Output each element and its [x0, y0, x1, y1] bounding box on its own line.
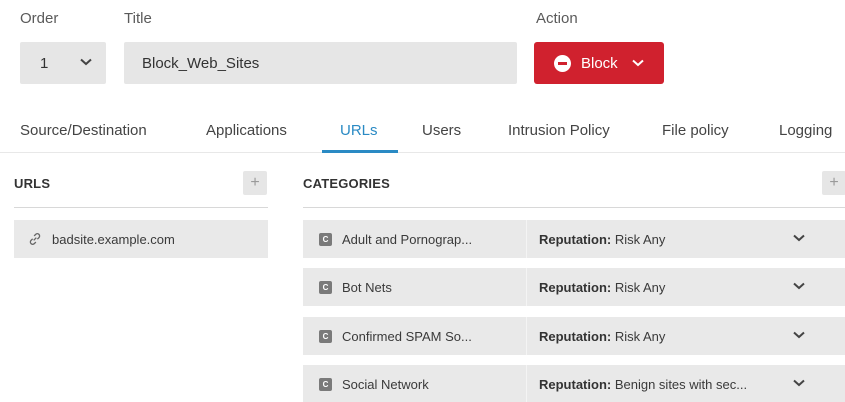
- tab-intrusion-policy[interactable]: Intrusion Policy: [508, 122, 610, 139]
- title-label: Title: [124, 10, 152, 27]
- reputation-label: Reputation:: [539, 231, 612, 247]
- link-icon: [29, 233, 41, 245]
- category-badge-icon: C: [319, 232, 332, 246]
- order-select[interactable]: 1: [20, 42, 106, 84]
- reputation-value: Risk Any: [614, 231, 666, 247]
- chevron-down-icon[interactable]: [793, 379, 805, 387]
- category-name: Bot Nets: [342, 279, 392, 295]
- plus-icon: +: [829, 174, 839, 191]
- category-name: Social Network: [342, 376, 429, 392]
- category-row[interactable]: C Adult and Pornograp... Reputation: Ris…: [303, 220, 845, 258]
- action-block-button[interactable]: Block: [534, 42, 664, 84]
- category-row[interactable]: C Confirmed SPAM So... Reputation: Risk …: [303, 317, 845, 355]
- reputation-label: Reputation:: [539, 376, 612, 392]
- categories-header: CATEGORIES: [303, 176, 390, 191]
- category-name-cell: C Social Network: [303, 365, 527, 402]
- category-name: Adult and Pornograp...: [342, 231, 473, 247]
- reputation-label: Reputation:: [539, 328, 612, 344]
- category-badge-icon: C: [319, 377, 332, 391]
- categories-divider: [303, 207, 845, 208]
- category-name-cell: C Confirmed SPAM So...: [303, 317, 527, 355]
- reputation-value: Risk Any: [614, 328, 666, 344]
- tab-urls[interactable]: URLs: [340, 122, 378, 139]
- chevron-down-icon[interactable]: [793, 234, 805, 242]
- tab-users[interactable]: Users: [422, 122, 461, 139]
- category-row[interactable]: C Social Network Reputation: Benign site…: [303, 365, 845, 402]
- chevron-down-icon: [632, 59, 644, 67]
- category-badge-icon: C: [319, 280, 332, 294]
- reputation-value: Risk Any: [614, 279, 666, 295]
- plus-icon: +: [250, 174, 260, 191]
- title-input[interactable]: Block_Web_Sites: [124, 42, 517, 84]
- chevron-down-icon[interactable]: [793, 331, 805, 339]
- rule-editor: Order Title Action 1 Block_Web_Sites Blo…: [0, 0, 845, 402]
- category-row[interactable]: C Bot Nets Reputation: Risk Any: [303, 268, 845, 306]
- url-text: badsite.example.com: [52, 231, 175, 247]
- title-value: Block_Web_Sites: [142, 54, 260, 72]
- tab-logging[interactable]: Logging: [779, 122, 832, 139]
- action-label: Action: [536, 10, 578, 27]
- tab-applications[interactable]: Applications: [206, 122, 287, 139]
- tab-source-destination[interactable]: Source/Destination: [20, 122, 147, 139]
- tab-divider: [0, 152, 845, 153]
- category-name: Confirmed SPAM So...: [342, 328, 472, 344]
- category-badge-icon: C: [319, 329, 332, 343]
- tab-file-policy[interactable]: File policy: [662, 122, 729, 139]
- chevron-down-icon[interactable]: [793, 282, 805, 290]
- category-name-cell: C Adult and Pornograp...: [303, 220, 527, 258]
- chevron-down-icon: [80, 58, 92, 66]
- category-name-cell: C Bot Nets: [303, 268, 527, 306]
- order-value: 1: [40, 54, 49, 72]
- add-url-button[interactable]: +: [243, 171, 267, 195]
- reputation-value: Benign sites with sec...: [614, 376, 748, 392]
- urls-divider: [14, 207, 268, 208]
- urls-header: URLS: [14, 176, 51, 191]
- action-block-label: Block: [581, 54, 618, 72]
- url-item[interactable]: badsite.example.com: [14, 220, 268, 258]
- reputation-label: Reputation:: [539, 279, 612, 295]
- block-icon: [554, 54, 571, 72]
- tab-bar: Source/Destination Applications URLs Use…: [0, 122, 845, 154]
- order-label: Order: [20, 10, 59, 27]
- active-tab-indicator: [322, 150, 398, 153]
- add-category-button[interactable]: +: [822, 171, 845, 195]
